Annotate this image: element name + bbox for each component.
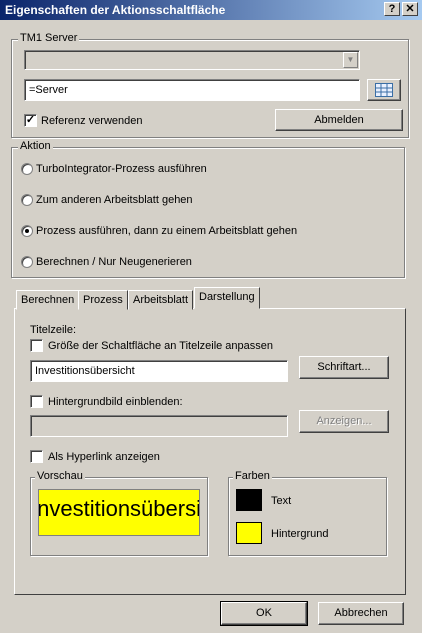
fit-button-label: Größe der Schaltfläche an Titelzeile anp… xyxy=(48,340,274,352)
server-formula-input[interactable]: =Server xyxy=(24,79,360,101)
radio-recalculate-label: Berechnen / Nur Neugenerieren xyxy=(36,256,192,268)
text-color-swatch[interactable] xyxy=(236,489,262,511)
dialog-title: Eigenschaften der Aktionsschaltfläche xyxy=(5,3,226,17)
cell-reference-button[interactable] xyxy=(367,79,401,101)
radio-run-then-goto[interactable] xyxy=(21,225,33,237)
caption-label: Titelzeile: xyxy=(30,324,77,336)
radio-run-process[interactable] xyxy=(21,163,33,175)
fit-button-checkbox[interactable] xyxy=(30,339,43,352)
action-group-label: Aktion xyxy=(18,140,53,152)
bg-image-input xyxy=(30,415,288,437)
tab-darstellung[interactable]: Darstellung xyxy=(194,287,260,309)
hyperlink-checkbox[interactable] xyxy=(30,450,43,463)
preview-group-label: Vorschau xyxy=(35,470,85,482)
title-bar: Eigenschaften der Aktionsschaltfläche xyxy=(0,0,422,20)
caption-input[interactable]: Investitionsübersicht xyxy=(30,360,288,382)
hyperlink-label: Als Hyperlink anzeigen xyxy=(48,451,160,463)
bg-color-label: Hintergrund xyxy=(271,528,329,540)
use-reference-label: Referenz verwenden xyxy=(41,115,143,127)
logout-button[interactable]: Abmelden xyxy=(275,109,403,131)
bg-image-checkbox[interactable] xyxy=(30,395,43,408)
radio-goto-sheet-label: Zum anderen Arbeitsblatt gehen xyxy=(36,194,193,206)
preview-button: Investitionsübersicht xyxy=(38,489,200,536)
text-color-label: Text xyxy=(271,495,292,507)
preview-text: Investitionsübersicht xyxy=(38,496,200,521)
radio-goto-sheet[interactable] xyxy=(21,194,33,206)
cancel-button[interactable]: Abbrechen xyxy=(318,602,404,625)
radio-recalculate[interactable] xyxy=(21,256,33,268)
radio-run-then-goto-label: Prozess ausführen, dann zu einem Arbeits… xyxy=(36,225,298,237)
colors-group-label: Farben xyxy=(233,470,272,482)
help-button[interactable]: ? xyxy=(384,2,400,16)
radio-run-process-label: TurboIntegrator-Prozess ausführen xyxy=(36,163,207,175)
grid-icon xyxy=(375,83,393,97)
show-image-button[interactable]: Anzeigen... xyxy=(299,410,389,433)
server-dropdown[interactable]: ▼ xyxy=(24,50,360,70)
font-button[interactable]: Schriftart... xyxy=(299,356,389,379)
dialog-window: Eigenschaften der Aktionsschaltfläche ? … xyxy=(0,0,422,633)
tm1-server-group-label: TM1 Server xyxy=(18,32,80,44)
tab-prozess[interactable]: Prozess xyxy=(78,290,128,310)
ok-button[interactable]: OK xyxy=(220,601,308,626)
tab-arbeitsblatt[interactable]: Arbeitsblatt xyxy=(128,290,194,310)
tab-berechnen[interactable]: Berechnen xyxy=(16,290,80,310)
close-button[interactable]: ✕ xyxy=(402,2,418,16)
bg-color-swatch[interactable] xyxy=(236,522,262,544)
bg-image-label: Hintergrundbild einblenden: xyxy=(48,396,183,408)
chevron-down-icon[interactable]: ▼ xyxy=(343,52,358,68)
use-reference-checkbox[interactable]: ✓ xyxy=(24,114,37,127)
radio-selected-dot xyxy=(25,229,29,233)
